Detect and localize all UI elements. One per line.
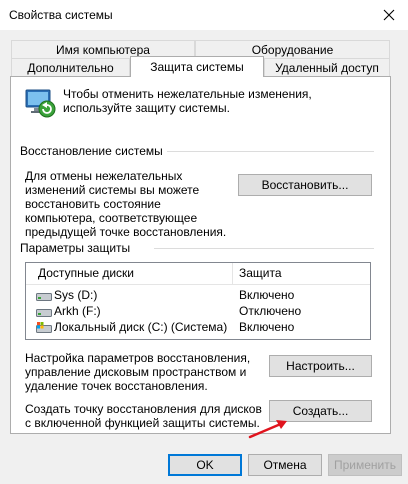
drives-list-header: Доступные диски Защита (26, 263, 370, 285)
intro-text: Чтобы отменить нежелательные изменения, … (63, 87, 312, 115)
apply-button[interactable]: Применить (328, 454, 402, 476)
drive-icon (36, 306, 52, 317)
restore-description: Для отмены нежелательных изменений систе… (25, 169, 227, 239)
create-button[interactable]: Создать... (269, 400, 372, 422)
column-header-protection[interactable]: Защита (233, 263, 370, 284)
restore-group-divider (158, 151, 374, 152)
drive-row-system[interactable]: Локальный диск (C:) (Система) Включено (26, 319, 370, 335)
create-description: Создать точку восстановления для дисков … (25, 402, 262, 430)
drives-list[interactable]: Доступные диски Защита Sys (D:) Включено… (25, 262, 371, 340)
drive-name: Arkh (F:) (54, 304, 101, 318)
drive-row-sys[interactable]: Sys (D:) Включено (26, 287, 370, 303)
ok-button[interactable]: OK (168, 454, 242, 476)
panel-content: Чтобы отменить нежелательные изменения, … (0, 0, 408, 484)
drive-row-arkh[interactable]: Arkh (F:) Отключено (26, 303, 370, 319)
configure-button[interactable]: Настроить... (269, 355, 372, 377)
restore-group-title: Восстановление системы (20, 144, 167, 158)
configure-description: Настройка параметров восстановления, упр… (25, 351, 251, 393)
system-drive-icon (36, 322, 52, 333)
restore-button[interactable]: Восстановить... (238, 174, 372, 196)
drive-icon (36, 290, 52, 301)
drive-name: Локальный диск (C:) (Система) (54, 320, 228, 334)
protection-group-divider (154, 248, 374, 249)
cancel-button[interactable]: Отмена (248, 454, 322, 476)
protection-group-title: Параметры защиты (20, 241, 135, 255)
drive-name: Sys (D:) (54, 288, 98, 302)
drive-status: Включено (239, 288, 295, 302)
drive-status: Отключено (239, 304, 302, 318)
system-protection-icon (22, 84, 58, 120)
column-header-drives[interactable]: Доступные диски (32, 263, 232, 284)
drive-status: Включено (239, 320, 295, 334)
